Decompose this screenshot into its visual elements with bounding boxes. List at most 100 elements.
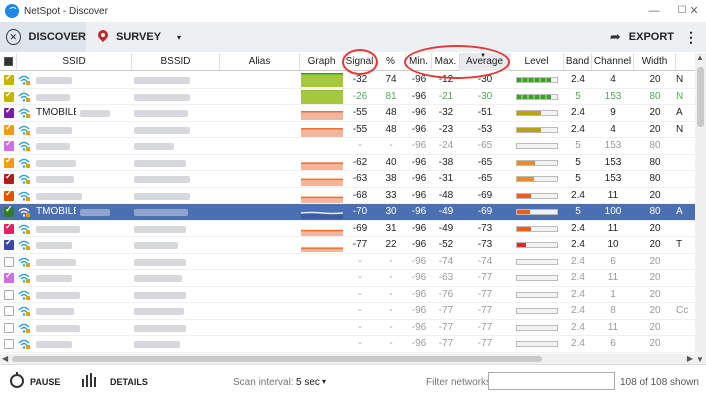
cell-width: 80 — [649, 206, 661, 217]
cell-average: -77 — [477, 288, 493, 300]
cell-percent: 48 — [385, 107, 397, 118]
table-row[interactable]: TMOBILE -70 30 -96 -49 -69 5 100 80 A — [0, 204, 695, 221]
minimize-button[interactable]: — — [640, 2, 668, 20]
cell-max: -77 — [438, 305, 454, 316]
cell-band: 2.4 — [571, 107, 585, 118]
row-checkbox[interactable] — [4, 171, 14, 184]
tab-discover[interactable]: ✕ DISCOVER — [0, 22, 86, 52]
row-checkbox[interactable] — [4, 237, 14, 250]
row-checkbox[interactable] — [4, 289, 14, 300]
export-button[interactable]: ➦ EXPORT — [610, 22, 674, 52]
table-row[interactable]: -69 31 -96 -49 -73 2.4 11 20 — [0, 221, 695, 237]
signal-level-fill — [517, 177, 534, 181]
select-all-checkbox[interactable] — [4, 57, 13, 66]
col-band[interactable]: Band — [564, 53, 592, 71]
redacted-ssid — [36, 77, 72, 84]
redacted-bssid — [134, 242, 178, 249]
cell-signal: - — [358, 338, 362, 349]
more-options-button[interactable]: ⋮ — [684, 22, 698, 52]
table-row[interactable]: -3274-96-12-302.4420N — [0, 72, 695, 89]
chevron-down-icon[interactable]: ▾ — [322, 377, 326, 386]
row-checkbox[interactable] — [4, 322, 14, 333]
table-row[interactable]: - - -96 -77 -77 2.4 6 20 — [0, 336, 695, 353]
redacted-bssid — [134, 291, 186, 299]
row-checkbox[interactable] — [4, 122, 14, 135]
col-width[interactable]: Width — [634, 53, 676, 71]
table-row[interactable]: - - -96 -77 -77 2.4 11 20 — [0, 320, 695, 336]
table-row[interactable]: - - -96 -24 -65 5 153 80 — [0, 138, 695, 155]
signal-level-bar — [516, 77, 558, 83]
wifi-icon — [18, 125, 30, 135]
row-checkbox[interactable] — [4, 138, 14, 151]
pause-button[interactable]: PAUSE — [30, 377, 60, 387]
redacted-ssid — [36, 192, 82, 200]
cell-width: 20 — [649, 272, 661, 283]
row-checkbox[interactable] — [4, 306, 14, 316]
row-checkbox[interactable] — [4, 270, 14, 283]
table-row[interactable]: -62 40 -96 -38 -65 5 153 80 — [0, 155, 695, 171]
table-row[interactable]: - - -96 -77 -77 2.4 8 20 Cc — [0, 303, 695, 320]
row-checkbox[interactable] — [4, 221, 14, 234]
table-row[interactable]: -55 48 -96 -23 -53 2.4 4 20 N — [0, 122, 695, 138]
details-button[interactable]: DETAILS — [110, 377, 148, 387]
cell-average: -65 — [477, 140, 493, 151]
redacted-bssid — [134, 93, 190, 101]
table-row[interactable]: -26 81 -96 -21 -30 5 153 80 N — [0, 89, 695, 105]
table-row[interactable]: TMOBILE -55 48 -96 -32 -51 2.4 9 20 A — [0, 105, 695, 122]
chevron-down-icon[interactable]: ▾ — [177, 33, 181, 42]
horizontal-scrollbar[interactable]: ◀ ▶ — [0, 354, 695, 364]
scroll-up-icon[interactable]: ▲ — [696, 53, 704, 62]
wifi-icon — [18, 257, 30, 267]
row-checkbox[interactable] — [4, 105, 14, 118]
row-checkbox[interactable] — [4, 339, 14, 349]
scroll-right-icon[interactable]: ▶ — [687, 354, 693, 364]
row-checkbox[interactable] — [4, 155, 14, 168]
close-button[interactable]: ✕ — [682, 2, 706, 20]
table-row[interactable]: - - -96 -76 -77 2.4 1 20 — [0, 287, 695, 303]
table-row[interactable]: -63 38 -96 -31 -65 5 153 80 — [0, 171, 695, 188]
col-bssid[interactable]: BSSID — [132, 53, 220, 71]
filter-networks-input[interactable] — [488, 372, 615, 390]
table-row[interactable]: - - -96 -63 -77 2.4 11 20 — [0, 270, 695, 287]
redacted-bssid — [134, 176, 190, 183]
scroll-left-icon[interactable]: ◀ — [2, 354, 8, 364]
scan-interval-select[interactable]: 5 sec — [296, 377, 320, 388]
row-checkbox[interactable] — [4, 256, 14, 267]
col-percent[interactable]: % — [376, 53, 406, 71]
tab-survey[interactable]: SURVEY ▾ — [98, 30, 181, 44]
cell-width: 20 — [649, 321, 661, 333]
bar-chart-icon[interactable] — [82, 373, 98, 387]
cell-width: 20 — [649, 222, 661, 234]
cell-width: 20 — [649, 74, 661, 85]
row-checkbox[interactable] — [4, 89, 14, 102]
select-all-cell[interactable] — [0, 53, 17, 71]
row-checkbox[interactable] — [4, 72, 14, 85]
horizontal-scroll-thumb[interactable] — [12, 356, 542, 362]
redacted-bssid — [134, 110, 188, 117]
annotation-circle-min-max-average — [404, 45, 510, 79]
table-row[interactable]: - - -96 -74 -74 2.4 6 20 — [0, 254, 695, 270]
stopwatch-icon[interactable] — [10, 372, 24, 388]
signal-graph — [301, 89, 343, 104]
cell-width: 20 — [649, 239, 661, 250]
col-channel[interactable]: Channel — [592, 53, 634, 71]
signal-graph — [301, 247, 343, 252]
col-extra[interactable] — [676, 53, 695, 71]
col-graph[interactable]: Graph — [300, 53, 344, 71]
table-row[interactable]: -68 33 -96 -48 -69 2.4 11 20 — [0, 188, 695, 204]
vertical-scroll-thumb[interactable] — [697, 67, 704, 127]
col-ssid[interactable]: SSID — [17, 53, 132, 71]
scroll-down-icon[interactable]: ▼ — [696, 355, 704, 364]
cell-average: -77 — [477, 321, 493, 333]
cell-signal: -55 — [352, 107, 368, 118]
cell-extra — [676, 254, 695, 270]
cell-max: -24 — [438, 140, 454, 151]
cell-average: -77 — [477, 338, 493, 349]
col-alias[interactable]: Alias — [220, 53, 300, 71]
row-checkbox[interactable] — [4, 204, 14, 217]
vertical-scrollbar[interactable]: ▲ ▼ — [695, 53, 706, 364]
col-level[interactable]: Level — [510, 53, 564, 71]
table-row[interactable]: -77 22 -96 -52 -73 2.4 10 20 T — [0, 237, 695, 254]
scan-interval-label: Scan interval: — [233, 377, 294, 388]
row-checkbox[interactable] — [4, 188, 14, 201]
